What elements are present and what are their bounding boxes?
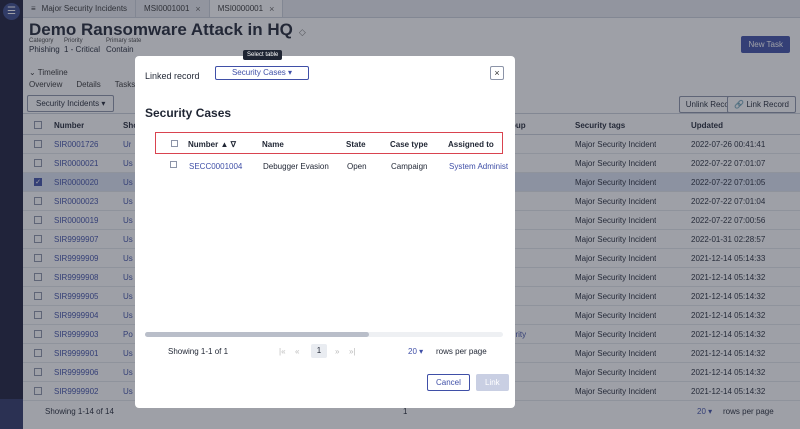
caret-down-icon: ▾	[288, 68, 293, 77]
last-page-icon[interactable]: »|	[349, 347, 356, 356]
column-header-assigned-to[interactable]: Assigned to	[448, 140, 494, 149]
table-row: SECC0001004 Debugger Evasion Open Campai…	[155, 156, 508, 174]
pagination-summary: Showing 1-1 of 1	[168, 347, 229, 356]
case-name: Debugger Evasion	[263, 162, 329, 171]
column-label: Number	[188, 140, 219, 149]
select-value: Security Cases	[231, 68, 286, 77]
dialog-table-heading: Security Cases	[145, 106, 232, 120]
linked-record-dialog: Linked record Security Cases ▾ Select ta…	[135, 50, 515, 408]
case-state: Open	[347, 162, 367, 171]
rows-per-page-select[interactable]: 20 ▾	[408, 347, 423, 356]
dialog-pagination: Showing 1-1 of 1 |« « 1 » »| 20 ▾ rows p…	[145, 344, 505, 359]
rows-per-page-label: rows per page	[436, 347, 487, 356]
table-select[interactable]: Security Cases ▾	[215, 66, 309, 80]
rows-per-page-value: 20	[408, 347, 417, 356]
select-tooltip: Select table	[243, 50, 283, 60]
column-header-name[interactable]: Name	[262, 140, 284, 149]
dialog-title: Linked record	[145, 71, 200, 81]
case-type: Campaign	[391, 162, 428, 171]
first-page-icon[interactable]: |«	[279, 347, 286, 356]
column-header-number[interactable]: Number ▲ ∇	[188, 140, 236, 149]
security-cases-table: Number ▲ ∇ Name State Case type Assigned…	[145, 132, 508, 332]
prev-page-icon[interactable]: «	[295, 347, 299, 356]
link-button[interactable]: Link	[476, 374, 509, 391]
row-checkbox[interactable]	[170, 161, 177, 168]
cancel-button[interactable]: Cancel	[427, 374, 470, 391]
sort-ascending-icon: ▲	[220, 140, 229, 149]
column-header-state[interactable]: State	[346, 140, 366, 149]
case-number-link[interactable]: SECC0001004	[189, 162, 242, 171]
column-header-case-type[interactable]: Case type	[390, 140, 428, 149]
current-page[interactable]: 1	[311, 344, 327, 358]
close-icon[interactable]: ×	[490, 66, 504, 80]
scrollbar-thumb[interactable]	[145, 332, 369, 337]
horizontal-scrollbar[interactable]	[145, 332, 503, 337]
select-all-checkbox[interactable]	[171, 140, 178, 147]
assigned-to-link[interactable]: System Administ	[449, 162, 508, 171]
next-page-icon[interactable]: »	[335, 347, 339, 356]
filter-icon[interactable]: ∇	[231, 140, 236, 149]
table-header: Number ▲ ∇ Name State Case type Assigned…	[155, 132, 503, 154]
